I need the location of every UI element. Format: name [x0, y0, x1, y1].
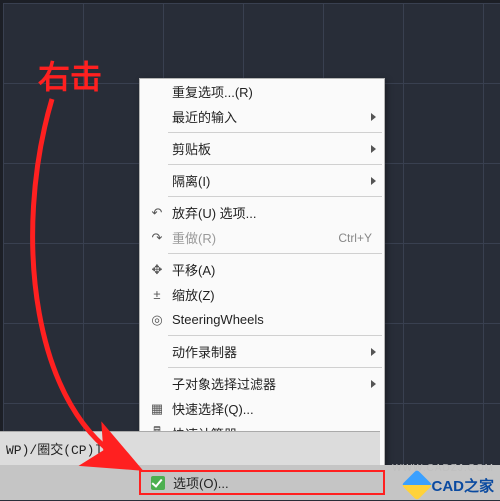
menu-separator	[168, 164, 382, 165]
menu-item: ↷重做(R)Ctrl+Y	[140, 225, 384, 250]
menu-item[interactable]: 选项(O)...	[139, 470, 385, 495]
chevron-right-icon	[371, 348, 376, 356]
menu-item-label: 放弃(U) 选项...	[168, 203, 376, 222]
menu-item-label: 剪贴板	[168, 139, 371, 158]
menu-item-label: 重复选项...(R)	[168, 82, 376, 101]
pan-icon: ✥	[146, 261, 168, 279]
zoom-icon: ±	[146, 286, 168, 304]
watermark-url: WWW.CADZJ.COM	[392, 463, 494, 474]
menu-item-label: SteeringWheels	[168, 312, 376, 327]
menu-item-label: 隔离(I)	[168, 171, 371, 190]
menu-item[interactable]: ▦快速选择(Q)...	[140, 396, 384, 421]
menu-item-label: 重做(R)	[168, 228, 338, 247]
menu-item-label: 选项(O)...	[169, 473, 375, 492]
menu-item-label: 最近的输入	[168, 107, 371, 126]
annotation-right-click: 右击	[38, 52, 102, 98]
menu-item-label: 子对象选择过滤器	[168, 374, 371, 393]
menu-item[interactable]: 重复选项...(R)	[140, 79, 384, 104]
menu-separator	[168, 132, 382, 133]
qselect-icon: ▦	[146, 400, 168, 418]
menu-item[interactable]: ↶放弃(U) 选项...	[140, 200, 384, 225]
command-line-text: WP)/圈交(CP)]:	[6, 439, 110, 458]
blank-icon	[146, 172, 168, 190]
blank-icon	[146, 343, 168, 361]
blank-icon	[146, 140, 168, 158]
chevron-right-icon	[371, 177, 376, 185]
undo-icon: ↶	[146, 204, 168, 222]
blank-icon	[146, 83, 168, 101]
watermark-brand: CAD之家	[432, 475, 495, 496]
menu-item[interactable]: ±缩放(Z)	[140, 282, 384, 307]
chevron-right-icon	[371, 113, 376, 121]
menu-item[interactable]: 动作录制器	[140, 339, 384, 364]
menu-item[interactable]: 最近的输入	[140, 104, 384, 129]
menu-item[interactable]: ✥平移(A)	[140, 257, 384, 282]
menu-shortcut: Ctrl+Y	[338, 231, 376, 245]
menu-separator	[168, 367, 382, 368]
menu-separator	[168, 253, 382, 254]
menu-item[interactable]: 剪贴板	[140, 136, 384, 161]
redo-icon: ↷	[146, 229, 168, 247]
menu-item[interactable]: 隔离(I)	[140, 168, 384, 193]
menu-item[interactable]: ◎SteeringWheels	[140, 307, 384, 332]
chevron-right-icon	[371, 380, 376, 388]
menu-separator	[168, 335, 382, 336]
menu-separator	[168, 196, 382, 197]
watermark-logo-icon	[401, 469, 432, 500]
options-icon	[147, 474, 169, 492]
command-line[interactable]: WP)/圈交(CP)]:	[0, 431, 380, 465]
blank-icon	[146, 108, 168, 126]
menu-item[interactable]: 子对象选择过滤器	[140, 371, 384, 396]
menu-item-label: 缩放(Z)	[168, 285, 376, 304]
menu-item-label: 动作录制器	[168, 342, 371, 361]
watermark: CAD之家	[406, 474, 495, 496]
menu-item-label: 平移(A)	[168, 260, 376, 279]
menu-item-label: 快速选择(Q)...	[168, 399, 376, 418]
blank-icon	[146, 375, 168, 393]
wheel-icon: ◎	[146, 311, 168, 329]
chevron-right-icon	[371, 145, 376, 153]
